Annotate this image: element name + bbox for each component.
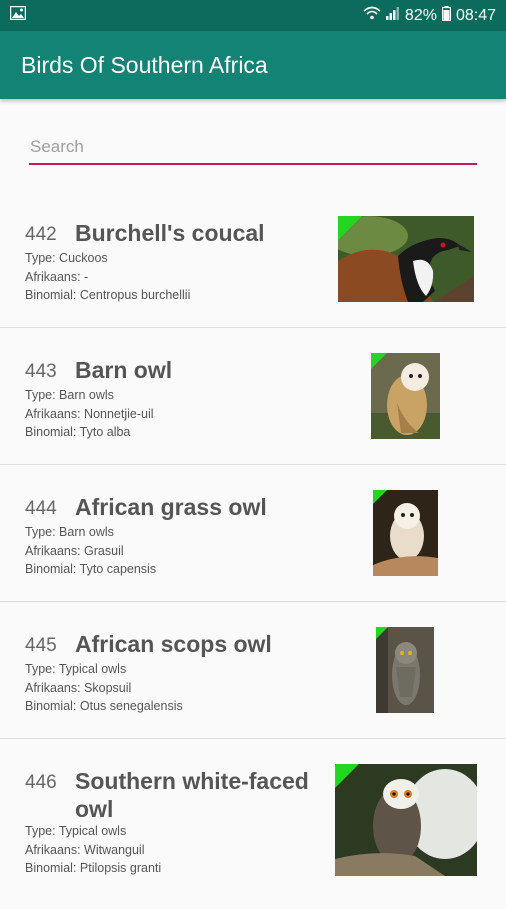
new-badge-corner: [371, 353, 387, 369]
bird-name: Barn owl: [75, 357, 173, 383]
bird-type: Type: Typical owls: [25, 824, 127, 838]
bird-number: 445: [25, 635, 57, 656]
bird-number: 446: [25, 772, 57, 793]
new-badge-corner: [338, 216, 362, 240]
bird-binomial: Binomial: Tyto capensis: [25, 562, 157, 576]
bird-afrikaans: Afrikaans: Nonnetjie-uil: [25, 406, 154, 421]
list-item[interactable]: 445 African scops owl Type: Typical owls…: [0, 602, 506, 739]
signal-icon: [385, 6, 400, 25]
bird-name: African scops owl: [75, 631, 272, 657]
bird-photo: [338, 216, 474, 302]
bird-number: 444: [25, 498, 57, 519]
bird-type: Type: Typical owls: [25, 662, 127, 676]
bird-type: Type: Cuckoos: [25, 251, 108, 265]
bird-binomial: Binomial: Otus senegalensis: [25, 699, 183, 713]
bird-type: Type: Barn owls: [25, 525, 114, 539]
battery-icon: [441, 5, 452, 26]
battery-percent: 82%: [404, 6, 437, 24]
bird-number: 443: [25, 361, 57, 382]
bird-binomial: Binomial: Ptilopsis granti: [25, 861, 162, 875]
bird-binomial: Binomial: Centropus burchellii: [25, 288, 191, 302]
wifi-icon: [363, 6, 381, 25]
bird-name: Southern white-faced owl: [75, 768, 309, 822]
list-item[interactable]: 442 Burchell's coucal Type: Cuckoos Afri…: [0, 191, 506, 328]
new-badge-corner: [335, 764, 359, 788]
bird-photo: [371, 353, 440, 439]
bird-type: Type: Barn owls: [25, 388, 114, 402]
bird-afrikaans: Afrikaans: Witwanguil: [25, 842, 145, 857]
bird-afrikaans: Afrikaans: -: [25, 269, 89, 284]
bird-afrikaans: Afrikaans: Skopsuil: [25, 680, 132, 695]
bird-number: 442: [25, 224, 57, 245]
bird-photo: [376, 627, 434, 713]
bird-list: 442 Burchell's coucal Type: Cuckoos Afri…: [0, 191, 506, 909]
list-item[interactable]: 444 African grass owl Type: Barn owls Af…: [0, 465, 506, 602]
bird-afrikaans: Afrikaans: Grasuil: [25, 543, 124, 558]
search-input[interactable]: [29, 131, 477, 163]
bird-binomial: Binomial: Tyto alba: [25, 425, 131, 439]
search-field: [29, 131, 477, 165]
bird-name: Burchell's coucal: [75, 220, 265, 246]
new-badge-corner: [373, 490, 387, 504]
bird-photo: [373, 490, 438, 576]
bird-name: African grass owl: [75, 494, 267, 520]
clock: 08:47: [455, 6, 496, 24]
app-bar: Birds Of Southern Africa: [0, 31, 506, 99]
list-item[interactable]: 443 Barn owl Type: Barn owls Afrikaans: …: [0, 328, 506, 465]
gallery-notification-icon: [9, 5, 27, 25]
list-item[interactable]: 446 Southern white-faced owl Type: Typic…: [0, 739, 506, 909]
bird-photo: [335, 764, 477, 876]
status-bar: 82% 08:47: [0, 0, 506, 31]
new-badge-corner: [376, 627, 388, 639]
app-title: Birds Of Southern Africa: [21, 51, 268, 78]
